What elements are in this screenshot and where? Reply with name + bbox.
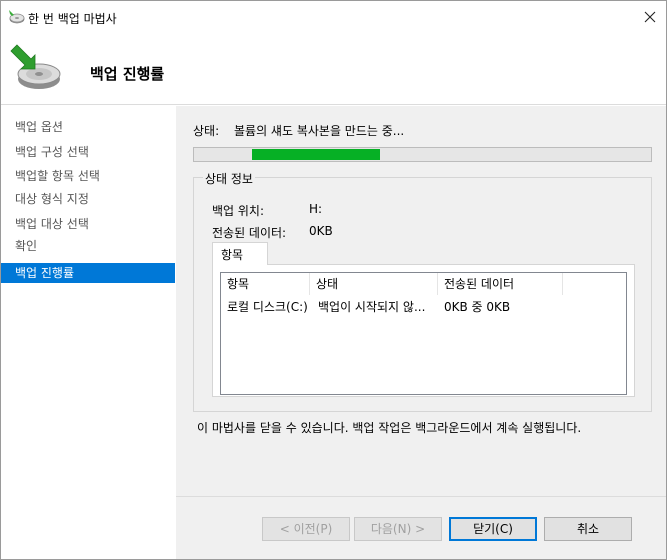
column-header-status[interactable]: 상태 bbox=[310, 273, 438, 295]
column-header-item[interactable]: 항목 bbox=[221, 273, 310, 295]
page-title: 백업 진행률 bbox=[90, 65, 165, 83]
table-row[interactable]: 로컬 디스크(C:) 백업이 시작되지 않... 0KB 중 0KB bbox=[221, 297, 626, 317]
nav-step-backup-options[interactable]: 백업 옵션 bbox=[1, 117, 175, 137]
list-header: 항목 상태 전송된 데이터 bbox=[221, 273, 626, 295]
backup-location-label: 백업 위치: bbox=[212, 204, 265, 218]
nav-step-backup-progress[interactable]: 백업 진행률 bbox=[1, 263, 175, 283]
main-content: 상태: 볼륨의 섀도 복사본을 만드는 중... 상태 정보 백업 위치: H:… bbox=[176, 106, 666, 496]
cancel-button[interactable]: 취소 bbox=[544, 517, 632, 541]
wizard-steps-nav: 백업 옵션 백업 구성 선택 백업할 항목 선택 대상 형식 지정 백업 대상 … bbox=[1, 106, 175, 559]
nav-step-destination-type[interactable]: 대상 형식 지정 bbox=[1, 189, 175, 209]
column-header-transferred[interactable]: 전송된 데이터 bbox=[438, 273, 563, 295]
group-legend: 상태 정보 bbox=[203, 170, 255, 187]
status-label: 상태: bbox=[193, 124, 220, 138]
close-button[interactable] bbox=[634, 1, 666, 33]
nav-step-backup-configuration[interactable]: 백업 구성 선택 bbox=[1, 142, 175, 162]
window-title: 한 번 백업 마법사 bbox=[28, 12, 117, 26]
backup-disk-icon bbox=[9, 41, 63, 95]
cell-item: 로컬 디스크(C:) bbox=[227, 300, 308, 314]
background-note: 이 마법사를 닫을 수 있습니다. 백업 작업은 백그라운드에서 계속 실행됩니… bbox=[197, 421, 582, 435]
cell-status: 백업이 시작되지 않... bbox=[318, 300, 426, 314]
wizard-footer: < 이전(P) 다음(N) > 닫기(C) 취소 bbox=[176, 496, 666, 559]
wizard-window: 한 번 백업 마법사 백업 진행률 백업 옵션 백업 구성 선택 백업할 항목 … bbox=[0, 0, 667, 560]
tab-items[interactable]: 항목 bbox=[212, 242, 268, 265]
backup-app-icon bbox=[7, 9, 25, 25]
backup-progress-bar bbox=[193, 147, 652, 162]
nav-step-confirmation[interactable]: 확인 bbox=[1, 236, 175, 256]
items-list[interactable]: 항목 상태 전송된 데이터 로컬 디스크(C:) 백업이 시작되지 않... 0… bbox=[220, 272, 627, 395]
backup-location-value: H: bbox=[309, 202, 323, 216]
nav-step-select-destination[interactable]: 백업 대상 선택 bbox=[1, 214, 175, 234]
tab-panel: 항목 상태 전송된 데이터 로컬 디스크(C:) 백업이 시작되지 않... 0… bbox=[212, 264, 635, 397]
next-button[interactable]: 다음(N) > bbox=[354, 517, 442, 541]
nav-step-select-items[interactable]: 백업할 항목 선택 bbox=[1, 166, 175, 186]
close-icon bbox=[644, 11, 656, 23]
progress-fill bbox=[252, 149, 380, 160]
status-text: 볼륨의 섀도 복사본을 만드는 중... bbox=[234, 124, 405, 138]
wizard-header: 백업 진행률 bbox=[1, 33, 666, 105]
transferred-data-label: 전송된 데이터: bbox=[212, 226, 287, 240]
status-info-group: 상태 정보 백업 위치: H: 전송된 데이터: 0KB 항목 항목 상태 전송… bbox=[193, 170, 652, 412]
cell-transferred: 0KB 중 0KB bbox=[444, 300, 511, 314]
previous-button[interactable]: < 이전(P) bbox=[262, 517, 350, 541]
title-bar[interactable]: 한 번 백업 마법사 bbox=[1, 1, 666, 33]
transferred-data-value: 0KB bbox=[309, 224, 333, 238]
close-wizard-button[interactable]: 닫기(C) bbox=[449, 517, 537, 541]
